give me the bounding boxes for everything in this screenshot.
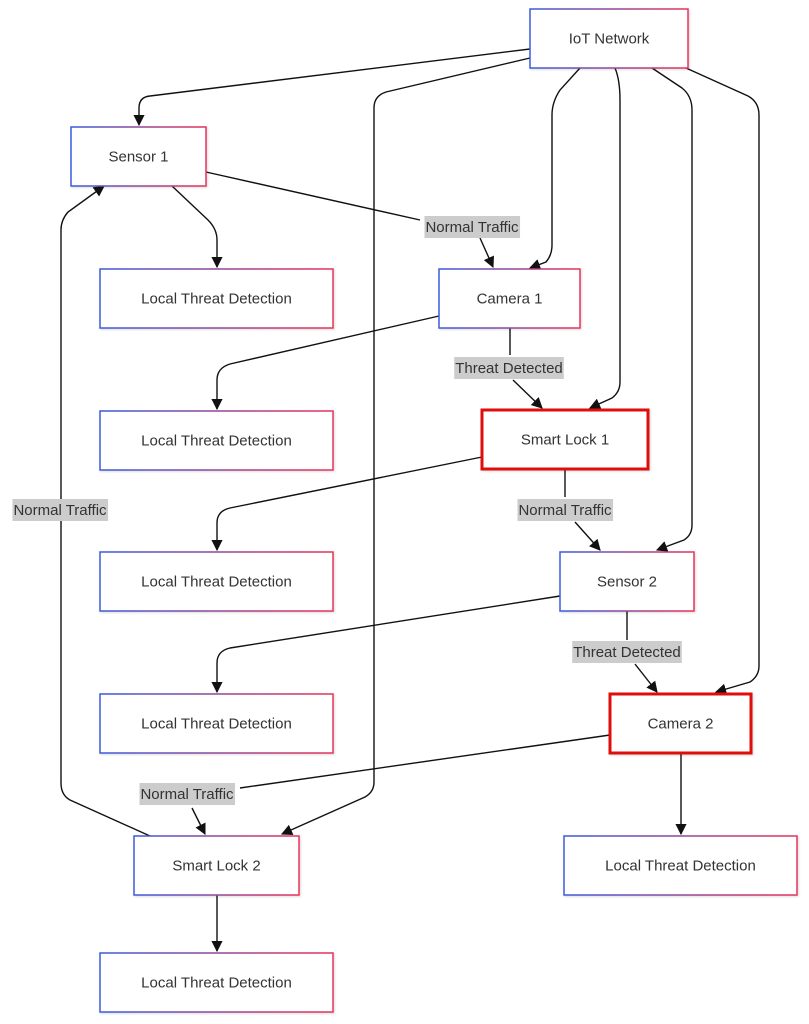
node-label: Sensor 2	[597, 574, 657, 591]
edge-iot-s2	[651, 67, 693, 552]
edge-label-text: Normal Traffic	[140, 786, 234, 803]
node-label: Local Threat Detection	[141, 975, 292, 992]
node-label: Camera 2	[648, 716, 714, 733]
node-label: Local Threat Detection	[141, 433, 292, 450]
edge-iot-sl1	[588, 67, 621, 409]
edge-label-text: Normal Traffic	[425, 219, 519, 236]
nodes-layer: IoT Network Sensor 1 Local Threat Detectio…	[70, 8, 798, 1013]
edge-label-text: Threat Detected	[573, 644, 681, 661]
node-ltd3[interactable]: Local Threat Detection	[99, 551, 334, 612]
node-label: Smart Lock 2	[172, 858, 260, 875]
node-c1[interactable]: Camera 1	[438, 268, 581, 329]
node-s2[interactable]: Sensor 2	[559, 551, 695, 612]
edge-label-s1-c1: Normal Traffic	[424, 216, 521, 238]
edge-label-sl1-s2: Normal Traffic	[517, 499, 614, 521]
flowchart-diagram: Normal Traffic Threat Detected Normal Traf…	[12, 8, 798, 1013]
node-label: Sensor 1	[108, 149, 168, 166]
node-label: Camera 1	[477, 291, 543, 308]
node-sl2[interactable]: Smart Lock 2	[133, 835, 300, 896]
node-ltd4[interactable]: Local Threat Detection	[99, 693, 334, 754]
node-label: Local Threat Detection	[141, 291, 292, 308]
edge-iot-s1	[133, 48, 531, 127]
node-label: Local Threat Detection	[605, 858, 756, 875]
edge-label-text: Normal Traffic	[13, 502, 107, 519]
node-c2[interactable]: Camera 2	[608, 692, 753, 755]
node-iot[interactable]: IoT Network	[529, 8, 689, 69]
edge-c1-ltd2	[211, 315, 440, 411]
node-sl1[interactable]: Smart Lock 1	[480, 408, 650, 471]
edge-iot-c1	[528, 67, 581, 270]
edge-sl1-ltd3	[211, 456, 483, 552]
edge-label-c1-sl1: Threat Detected	[454, 357, 564, 379]
edge-label-sl2-s1: Normal Traffic	[12, 499, 109, 521]
edge-s1-ltd1	[171, 185, 223, 269]
node-ltd5[interactable]: Local Threat Detection	[563, 835, 798, 896]
node-ltd1[interactable]: Local Threat Detection	[99, 268, 334, 329]
node-ltd2[interactable]: Local Threat Detection	[99, 410, 334, 471]
node-label: IoT Network	[569, 31, 650, 48]
node-s1[interactable]: Sensor 1	[70, 126, 207, 187]
node-label: Smart Lock 1	[521, 432, 609, 449]
node-label: Local Threat Detection	[141, 716, 292, 733]
edge-label-text: Threat Detected	[455, 360, 563, 377]
edge-label-s2-c2: Threat Detected	[572, 641, 682, 663]
edge-label-c2-sl2: Normal Traffic	[139, 783, 236, 805]
edge-iot-c2	[685, 67, 760, 695]
node-label: Local Threat Detection	[141, 574, 292, 591]
edge-label-text: Normal Traffic	[518, 502, 612, 519]
node-ltd6[interactable]: Local Threat Detection	[99, 952, 334, 1013]
